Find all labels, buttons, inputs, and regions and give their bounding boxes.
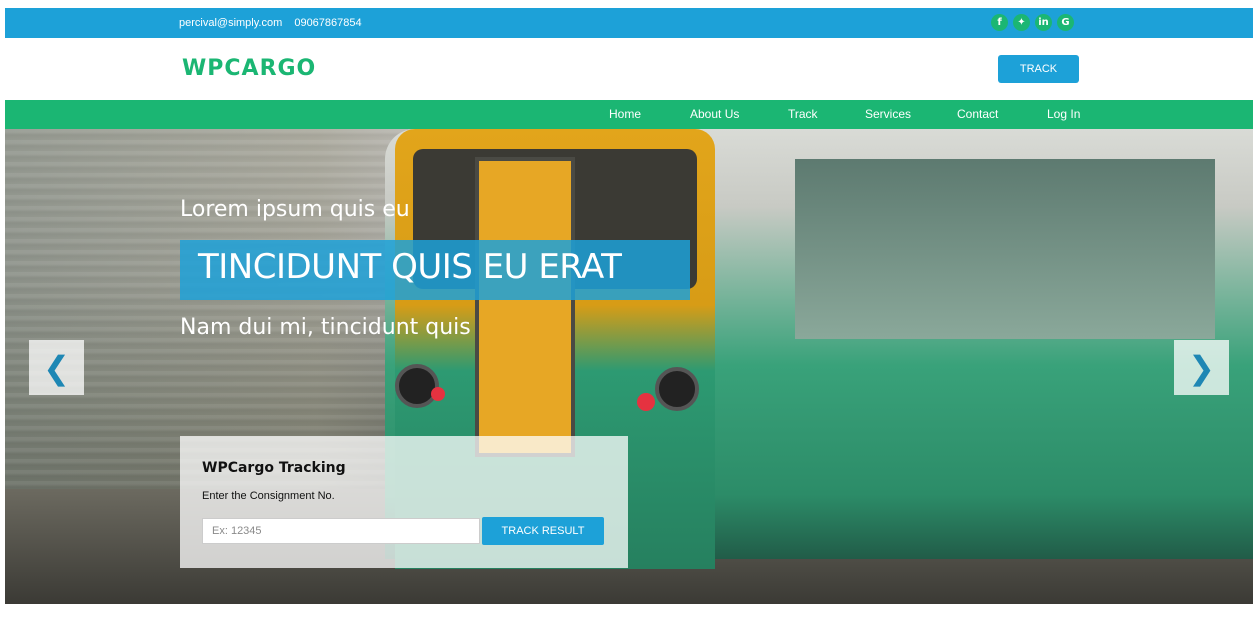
train-taillight-left (431, 387, 445, 401)
site-logo[interactable]: WPCARGO (182, 56, 316, 81)
nav-item-track[interactable]: Track (788, 107, 818, 121)
page: percival@simply.com 09067867854 f ✦ in G… (0, 0, 1253, 638)
chevron-left-icon: ❮ (43, 348, 70, 387)
social-links: f ✦ in G (991, 14, 1074, 31)
nav-item-services[interactable]: Services (865, 107, 911, 121)
contact-bar: percival@simply.com 09067867854 f ✦ in G (5, 8, 1253, 38)
slider-prev-button[interactable]: ❮ (29, 340, 84, 395)
linkedin-icon[interactable]: in (1035, 14, 1052, 31)
hero-caption-small: Lorem ipsum quis eu (180, 197, 410, 222)
google-icon[interactable]: G (1057, 14, 1074, 31)
hero-title: TINCIDUNT QUIS EU ERAT (198, 247, 622, 287)
slider-next-button[interactable]: ❯ (1174, 340, 1229, 395)
nav-item-log-in[interactable]: Log In (1047, 107, 1080, 121)
twitter-icon[interactable]: ✦ (1013, 14, 1030, 31)
hero-subtitle: Nam dui mi, tincidunt quis (180, 315, 471, 340)
site-header: WPCARGO TRACK (5, 38, 1253, 100)
train-headlight-right (655, 367, 699, 411)
main-nav: Home About Us Track Services Contact Log… (5, 100, 1253, 129)
nav-item-contact[interactable]: Contact (957, 107, 998, 121)
contact-email[interactable]: percival@simply.com (179, 17, 282, 29)
top-whitespace (0, 0, 1253, 8)
train-taillight-right (637, 393, 655, 411)
track-result-button[interactable]: TRACK RESULT (482, 517, 604, 545)
facebook-icon[interactable]: f (991, 14, 1008, 31)
track-button[interactable]: TRACK (998, 55, 1079, 83)
tracking-form: WPCargo Tracking Enter the Consignment N… (180, 436, 628, 568)
nav-item-about-us[interactable]: About Us (690, 107, 739, 121)
train-headlight-left (395, 364, 439, 408)
hero-slider: Lorem ipsum quis eu TINCIDUNT QUIS EU ER… (5, 129, 1253, 604)
contact-phone[interactable]: 09067867854 (294, 17, 361, 29)
consignment-label: Enter the Consignment No. (202, 490, 335, 502)
contact-info: percival@simply.com 09067867854 (179, 17, 371, 29)
nav-item-home[interactable]: Home (609, 107, 641, 121)
train-side-windows (795, 159, 1215, 339)
chevron-right-icon: ❯ (1188, 348, 1215, 387)
consignment-input[interactable] (202, 518, 480, 544)
train-door (475, 157, 575, 457)
tracking-title: WPCargo Tracking (202, 460, 346, 476)
